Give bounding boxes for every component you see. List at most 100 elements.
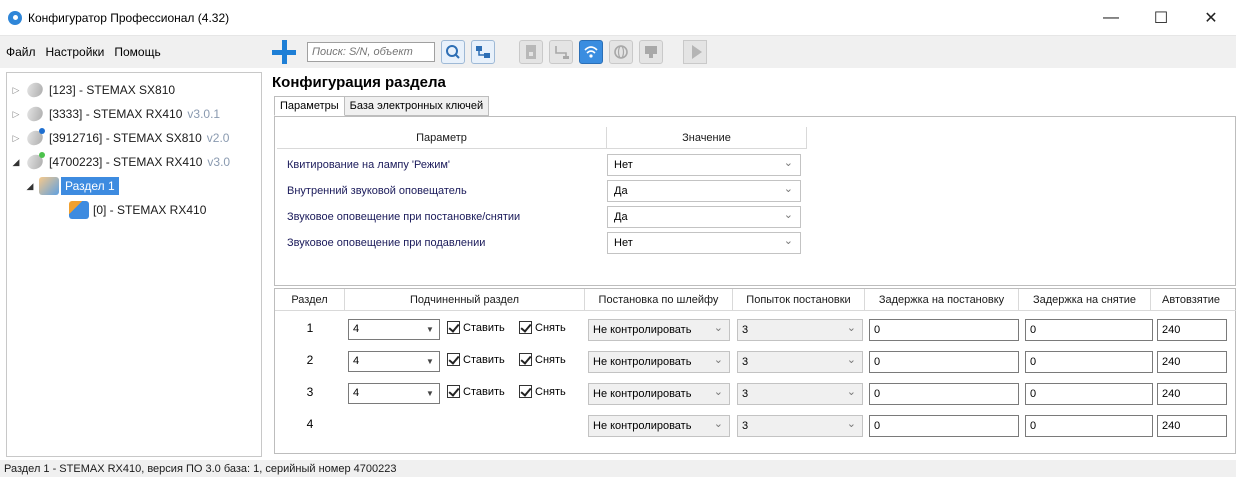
wifi-icon[interactable]	[579, 40, 603, 64]
subordinate-partition-combo[interactable]: 4 ▼	[348, 383, 440, 404]
tab-keys-database[interactable]: База электронных ключей	[344, 96, 490, 116]
tree-item-device[interactable]: ▷ [3333] - STEMAX RX410 v3.0.1	[11, 103, 220, 125]
expand-arrow-icon[interactable]: ▷	[11, 109, 21, 120]
globe-icon[interactable]	[609, 40, 633, 64]
arm-checkbox[interactable]: Ставить	[447, 385, 505, 398]
dropdown-arrow-icon[interactable]: ▼	[421, 320, 439, 339]
auto-arm-input[interactable]: 240	[1157, 415, 1227, 437]
table-row: 4 Не контролировать 3 0 0 240	[275, 411, 1236, 439]
collapse-arrow-icon[interactable]: ◢	[11, 157, 21, 168]
table-row: 3 4▼ Ставить Снять Не контролировать 3 0…	[275, 379, 1236, 407]
dropdown-arrow-icon[interactable]: ▼	[421, 384, 439, 403]
value-dropdown[interactable]: Да	[607, 180, 801, 202]
loop-arming-dropdown[interactable]: Не контролировать	[588, 415, 730, 437]
disarm-checkbox[interactable]: Снять	[519, 385, 566, 398]
tree-item-subdevice[interactable]: [0] - STEMAX RX410	[69, 199, 206, 221]
loop-arming-dropdown[interactable]: Не контролировать	[588, 351, 730, 373]
loop-arming-dropdown[interactable]: Не контролировать	[588, 383, 730, 405]
auto-arm-input[interactable]: 240	[1157, 351, 1227, 373]
menu-bar: Файл Настройки Помощь	[0, 36, 268, 68]
arm-checkbox[interactable]: Ставить	[447, 321, 505, 334]
disarm-delay-input[interactable]: 0	[1025, 351, 1153, 373]
disarm-checkbox[interactable]: Снять	[519, 321, 566, 334]
partition-number: 3	[306, 385, 314, 399]
subordinate-partition-combo[interactable]: 4 ▼	[348, 351, 440, 372]
arm-checkbox[interactable]: Ставить	[447, 353, 505, 366]
collapse-arrow-icon[interactable]: ◢	[25, 181, 35, 192]
tree-item-device[interactable]: ▷ [123] - STEMAX SX810	[11, 79, 175, 101]
column-header-parameter: Параметр	[277, 127, 607, 149]
attempts-dropdown[interactable]: 3	[737, 351, 863, 373]
tree-item-label: [3333] - STEMAX RX410	[49, 107, 183, 121]
menu-file[interactable]: Файл	[0, 45, 41, 59]
attempts-dropdown[interactable]: 3	[737, 415, 863, 437]
server-icon[interactable]	[639, 40, 663, 64]
menu-help[interactable]: Помощь	[109, 45, 165, 59]
column-header-arm-delay: Задержка на постановку	[865, 289, 1019, 311]
device-tree: ▷ [123] - STEMAX SX810 ▷ [3333] - STEMAX…	[6, 72, 262, 457]
expand-arrow-icon[interactable]: ▷	[11, 133, 21, 144]
table-row: 2 4▼ Ставить Снять Не контролировать 3 0…	[275, 347, 1236, 375]
tree-item-device[interactable]: ◢ [4700223] - STEMAX RX410 v3.0	[11, 151, 230, 173]
disarm-checkbox[interactable]: Снять	[519, 353, 566, 366]
column-header-partition: Раздел	[275, 289, 345, 311]
disarm-delay-input[interactable]: 0	[1025, 383, 1153, 405]
value-dropdown[interactable]: Да	[607, 206, 801, 228]
arm-delay-input[interactable]: 0	[869, 319, 1019, 341]
loop-arming-dropdown[interactable]: Не контролировать	[588, 319, 730, 341]
page-title: Конфигурация раздела	[272, 74, 446, 91]
tree-item-device[interactable]: ▷ [3912716] - STEMAX SX810 v2.0	[11, 127, 229, 149]
auto-arm-input[interactable]: 240	[1157, 383, 1227, 405]
checkbox-checked-icon[interactable]	[447, 385, 460, 398]
add-device-button[interactable]	[271, 39, 297, 65]
parameter-label: Звуковое оповещение при постановке/сняти…	[287, 211, 521, 223]
network-icon[interactable]	[471, 40, 495, 64]
title-bar: Конфигуратор Профессионал (4.32) — ☐ ✕	[0, 0, 1236, 36]
search-input[interactable]	[307, 42, 435, 62]
checkbox-checked-icon[interactable]	[519, 321, 532, 334]
usb-connection-icon[interactable]	[549, 40, 573, 64]
disarm-delay-input[interactable]: 0	[1025, 319, 1153, 341]
menu-settings[interactable]: Настройки	[41, 45, 110, 59]
maximize-button[interactable]: ☐	[1136, 0, 1186, 36]
tree-item-partition[interactable]: ◢ Раздел 1	[25, 175, 119, 197]
arm-label: Ставить	[463, 353, 505, 366]
expand-arrow-icon[interactable]: ▷	[11, 85, 21, 96]
app-logo-icon	[8, 10, 22, 25]
value-dropdown[interactable]: Нет	[607, 154, 801, 176]
tree-item-label: [3912716] - STEMAX SX810	[49, 131, 202, 145]
device-lock-icon[interactable]	[519, 40, 543, 64]
status-bar: Раздел 1 - STEMAX RX410, версия ПО 3.0 б…	[0, 460, 1236, 477]
parameters-header: Параметр Значение	[277, 127, 807, 149]
arm-delay-input[interactable]: 0	[869, 383, 1019, 405]
tab-parameters[interactable]: Параметры	[274, 96, 345, 116]
checkbox-checked-icon[interactable]	[447, 353, 460, 366]
checkbox-checked-icon[interactable]	[519, 385, 532, 398]
attempts-dropdown[interactable]: 3	[737, 383, 863, 405]
disarm-label: Снять	[535, 385, 566, 398]
column-header-subordinate: Подчиненный раздел	[345, 289, 585, 311]
column-header-disarm-delay: Задержка на снятие	[1019, 289, 1151, 311]
find-icon[interactable]	[441, 40, 465, 64]
disarm-delay-input[interactable]: 0	[1025, 415, 1153, 437]
dropdown-arrow-icon[interactable]: ▼	[421, 352, 439, 371]
auto-arm-input[interactable]: 240	[1157, 319, 1227, 341]
arm-delay-input[interactable]: 0	[869, 415, 1019, 437]
arm-label: Ставить	[463, 321, 505, 334]
play-icon[interactable]	[683, 40, 707, 64]
combo-value: 4	[353, 355, 360, 367]
value-dropdown[interactable]: Нет	[607, 232, 801, 254]
checkbox-checked-icon[interactable]	[447, 321, 460, 334]
tree-item-label-selected: Раздел 1	[61, 177, 119, 195]
column-header-auto-arm: Автовзятие	[1162, 294, 1220, 306]
subordinate-partition-combo[interactable]: 4 ▼	[348, 319, 440, 340]
attempts-dropdown[interactable]: 3	[737, 319, 863, 341]
close-button[interactable]: ✕	[1186, 0, 1236, 36]
arm-delay-input[interactable]: 0	[869, 351, 1019, 373]
table-header: Раздел Подчиненный раздел Постановка по …	[275, 289, 1236, 311]
minimize-button[interactable]: —	[1086, 0, 1136, 36]
partition-icon	[39, 177, 59, 195]
parameter-label: Звуковое оповещение при подавлении	[287, 237, 486, 249]
partition-number: 1	[306, 321, 314, 335]
checkbox-checked-icon[interactable]	[519, 353, 532, 366]
